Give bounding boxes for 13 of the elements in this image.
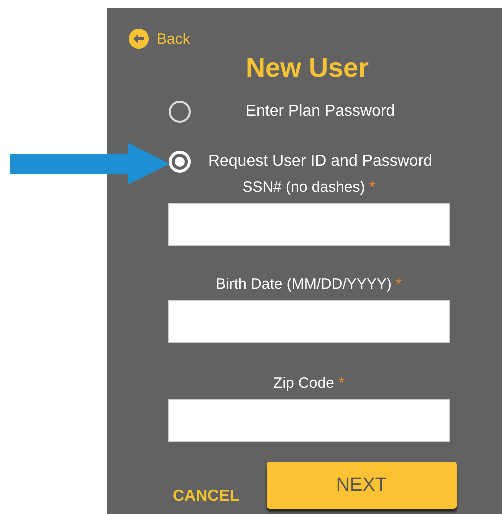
field-label: SSN# (no dashes) *	[242, 179, 376, 196]
input-field[interactable]	[168, 399, 450, 442]
cancel-button[interactable]: CANCEL	[173, 488, 240, 506]
radio-button[interactable]	[169, 101, 191, 123]
field-label: Zip Code *	[274, 375, 344, 392]
input-field[interactable]	[168, 203, 450, 246]
field-label: Birth Date (MM/DD/YYYY) *	[216, 276, 402, 293]
back-link[interactable]: Back	[129, 29, 190, 49]
next-button[interactable]: NEXT	[266, 462, 457, 509]
input-field[interactable]	[168, 300, 450, 343]
radio-option[interactable]: Enter Plan Password	[168, 99, 450, 125]
page-title: New User	[246, 53, 370, 84]
radio-option[interactable]: Request User ID and Password	[168, 149, 450, 175]
